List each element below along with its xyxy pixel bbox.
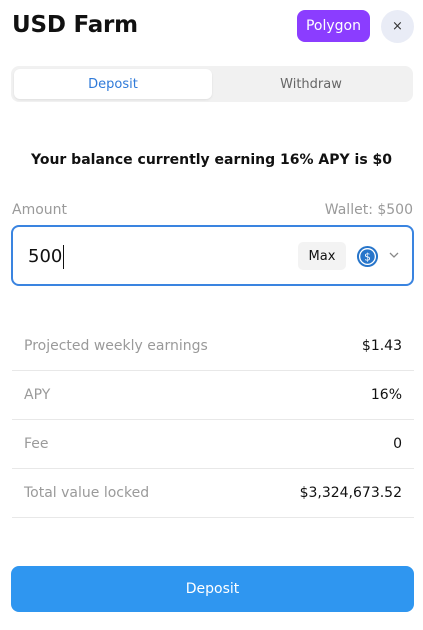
stat-value: 0	[393, 436, 402, 452]
svg-text:$: $	[364, 252, 371, 264]
tab-switcher: Deposit Withdraw	[11, 66, 413, 102]
page-title: USD Farm	[12, 12, 138, 38]
close-button[interactable]: ×	[381, 10, 414, 43]
stats-list: Projected weekly earnings $1.43 APY 16% …	[12, 322, 414, 518]
stat-row-tvl: Total value locked $3,324,673.52	[12, 469, 414, 518]
usdc-coin-icon[interactable]: $	[356, 245, 379, 268]
tab-withdraw[interactable]: Withdraw	[212, 69, 410, 99]
stat-row-weekly-earnings: Projected weekly earnings $1.43	[12, 322, 414, 371]
max-button[interactable]: Max	[298, 242, 346, 270]
amount-label: Amount	[12, 202, 68, 218]
stat-label: Projected weekly earnings	[24, 338, 208, 354]
network-badge[interactable]: Polygon	[297, 10, 370, 42]
stat-label: APY	[24, 387, 51, 403]
balance-summary: Your balance currently earning 16% APY i…	[30, 152, 393, 168]
amount-value[interactable]: 500	[28, 245, 65, 269]
stat-label: Total value locked	[24, 485, 150, 501]
stat-row-apy: APY 16%	[12, 371, 414, 420]
stat-value: 16%	[370, 387, 402, 403]
stat-value: $1.43	[361, 338, 402, 354]
chevron-down-icon[interactable]	[388, 249, 400, 261]
tab-deposit[interactable]: Deposit	[14, 69, 212, 99]
stat-label: Fee	[24, 436, 49, 452]
wallet-balance: Wallet: $500	[324, 202, 413, 218]
amount-input[interactable]: 500 Max $	[11, 225, 414, 286]
header: USD Farm Polygon ×	[12, 10, 414, 44]
stat-row-fee: Fee 0	[12, 420, 414, 469]
deposit-button[interactable]: Deposit	[11, 566, 414, 612]
stat-value: $3,324,673.52	[299, 485, 402, 501]
close-icon: ×	[392, 19, 403, 34]
